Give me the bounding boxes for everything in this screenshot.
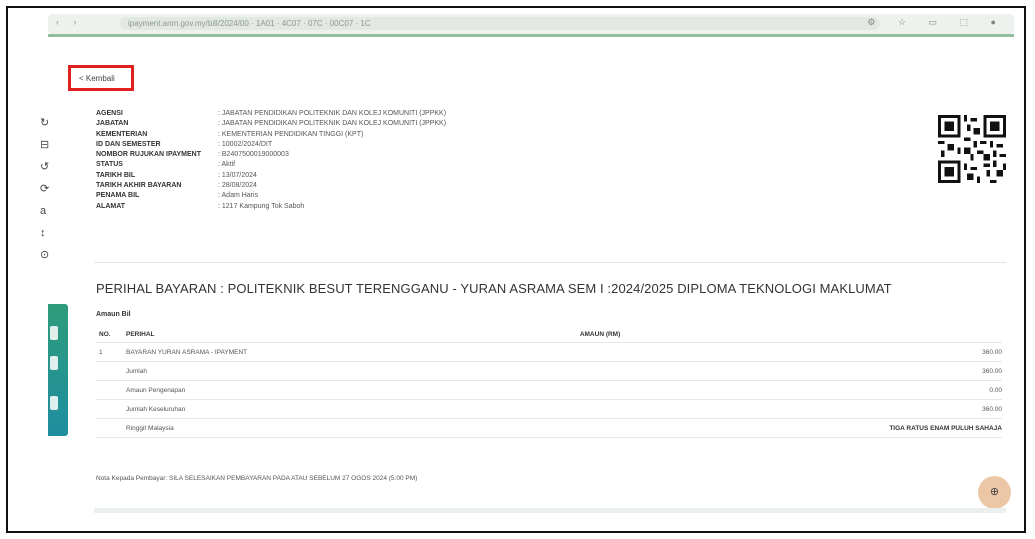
- support-button[interactable]: ⊕: [978, 476, 1011, 509]
- info-value: : JABATAN PENDIDIKAN POLITEKNIK DAN KOLE…: [218, 120, 447, 128]
- info-value: : 1217 Kampung Tok Saboh: [218, 202, 305, 210]
- info-row-tarikh-akhir: TARIKH AKHIR BAYARAN : 28/08/2024: [96, 181, 446, 191]
- info-label: KEMENTERIAN: [96, 130, 148, 138]
- table-row: Amaun Pengenapan 0.00: [96, 380, 1002, 400]
- sidebar-icon-7[interactable]: ⊙: [40, 244, 54, 266]
- footer-divider: [94, 508, 1006, 513]
- info-value: : B2407500019000003: [218, 151, 289, 159]
- sidebar-card-mark: [50, 356, 58, 370]
- address-bar[interactable]: ipayment.anm.gov.my/bill/2024/00 · 1A01 …: [120, 17, 880, 30]
- cell-amaun: 0.00: [579, 380, 1002, 400]
- info-row-alamat: ALAMAT : 1217 Kampung Tok Saboh: [96, 202, 446, 212]
- sidebar-icon-3[interactable]: ↺: [40, 156, 54, 178]
- browser-toolbar: ‹ › ipayment.anm.gov.my/bill/2024/00 · 1…: [48, 14, 1014, 34]
- info-value: : 28/08/2024: [218, 182, 257, 190]
- info-row-rujukan: NOMBOR RUJUKAN IPAYMENT : B24075000190000…: [96, 150, 446, 160]
- cell-amaun: TIGA RATUS ENAM PULUH SAHAJA: [579, 418, 1002, 438]
- info-label: JABATAN: [96, 120, 129, 128]
- cell-perihal: Amaun Pengenapan: [126, 380, 580, 400]
- sidebar-card-mark: [50, 326, 58, 340]
- info-label: AGENSI: [96, 110, 123, 117]
- bill-info: AGENSI : JABATAN PENDIDIKAN POLITEKNIK DA…: [96, 109, 446, 212]
- sidebar-icon-2[interactable]: ⊟: [40, 134, 54, 156]
- sidebar-icon-4[interactable]: ⟳: [40, 178, 54, 200]
- cell-amaun: 360.00: [579, 342, 1002, 362]
- column-header-perihal: PERIHAL: [126, 326, 580, 343]
- info-value: : KEMENTERIAN PENDIDIKAN TINGGI (KPT): [218, 130, 364, 138]
- sidebar-icon-6[interactable]: ↕: [40, 222, 54, 244]
- info-label: STATUS: [96, 161, 123, 169]
- info-row-jabatan: JABATAN : JABATAN PENDIDIKAN POLITEKNIK D…: [96, 119, 446, 129]
- sidebar-icons: ↻ ⊟ ↺ ⟳ a ↕ ⊙: [40, 112, 54, 266]
- payer-note: Nota Kepada Pembayar: SILA SELESAIKAN PE…: [96, 475, 418, 482]
- bill-amount-heading: Amaun Bil: [96, 311, 131, 318]
- info-label: ALAMAT: [96, 202, 126, 210]
- info-value: : 13/07/2024: [218, 171, 257, 179]
- info-row-penama: PENAMA BIL : Adam Haris: [96, 191, 446, 201]
- cell-amaun: 360.00: [579, 399, 1002, 419]
- header-accent-line: [48, 34, 1014, 37]
- table-header-row: NO. PERIHAL AMAUN (RM): [96, 326, 1002, 343]
- cell-perihal: Ringgit Malaysia: [126, 418, 580, 438]
- cell-no: [96, 380, 126, 400]
- qr-code: [938, 115, 1006, 183]
- info-label: TARIKH BIL: [96, 171, 136, 179]
- info-label: PENAMA BIL: [96, 192, 140, 200]
- sidebar-icon-5[interactable]: a: [40, 200, 54, 222]
- section-divider: [94, 262, 1006, 263]
- info-value: : 10002/2024/DIT: [218, 140, 273, 148]
- payment-description-title: PERIHAL BAYARAN : POLITEKNIK BESUT TEREN…: [96, 281, 892, 296]
- browser-toolbar-icons[interactable]: ⚙ ☆ ▭ ⬚ ●: [867, 17, 1006, 28]
- cell-no: [96, 418, 126, 438]
- sidebar-card-mark: [50, 396, 58, 410]
- info-value: : Adam Haris: [218, 192, 259, 200]
- info-row-tarikh-bil: TARIKH BIL : 13/07/2024: [96, 171, 446, 181]
- browser-nav-arrows[interactable]: ‹ ›: [56, 17, 83, 27]
- info-row-id-semester: ID DAN SEMESTER : 10002/2024/DIT: [96, 140, 446, 150]
- info-row-kementerian: KEMENTERIAN : KEMENTERIAN PENDIDIKAN TING…: [96, 130, 446, 140]
- info-row-status: STATUS : Aktif: [96, 160, 446, 170]
- info-value: : Aktif: [218, 161, 236, 169]
- info-row-agensi: AGENSI : JABATAN PENDIDIKAN POLITEKNIK DA…: [96, 109, 446, 119]
- table-row: Jumlah Keseluruhan 360.00: [96, 399, 1002, 419]
- column-header-no: NO.: [96, 326, 126, 343]
- cell-no: [96, 361, 126, 381]
- info-label: NOMBOR RUJUKAN IPAYMENT: [96, 151, 202, 159]
- cell-no: 1: [96, 342, 126, 362]
- support-icon: ⊕: [989, 486, 1000, 498]
- cell-amaun: 360.00: [579, 361, 1002, 381]
- table-row: Jumlah 360.00: [96, 361, 1002, 381]
- cell-perihal: Jumlah Keseluruhan: [126, 399, 580, 419]
- cell-no: [96, 399, 126, 419]
- table-row: Ringgit Malaysia TIGA RATUS ENAM PULUH S…: [96, 418, 1002, 438]
- sidebar-icon-1[interactable]: ↻: [40, 112, 54, 134]
- column-header-amaun: AMAUN (RM): [579, 326, 1002, 343]
- screenshot-frame: ‹ › ipayment.anm.gov.my/bill/2024/00 · 1…: [6, 6, 1026, 533]
- info-label: ID DAN SEMESTER: [96, 140, 161, 148]
- back-button[interactable]: < Kembali: [79, 74, 115, 83]
- table-row: 1 BAYARAN YURAN ASRAMA - IPAYMENT 360.00: [96, 342, 1002, 362]
- cell-perihal: BAYARAN YURAN ASRAMA - IPAYMENT: [126, 342, 580, 362]
- cell-perihal: Jumlah: [126, 361, 580, 381]
- info-value: : JABATAN PENDIDIKAN POLITEKNIK DAN KOLE…: [218, 110, 447, 117]
- bill-items-table: NO. PERIHAL AMAUN (RM) 1 BAYARAN YURAN A…: [96, 326, 1002, 438]
- sidebar-promo-card[interactable]: [48, 304, 68, 436]
- info-label: TARIKH AKHIR BAYARAN: [96, 182, 182, 190]
- back-highlight-box: < Kembali: [68, 65, 134, 91]
